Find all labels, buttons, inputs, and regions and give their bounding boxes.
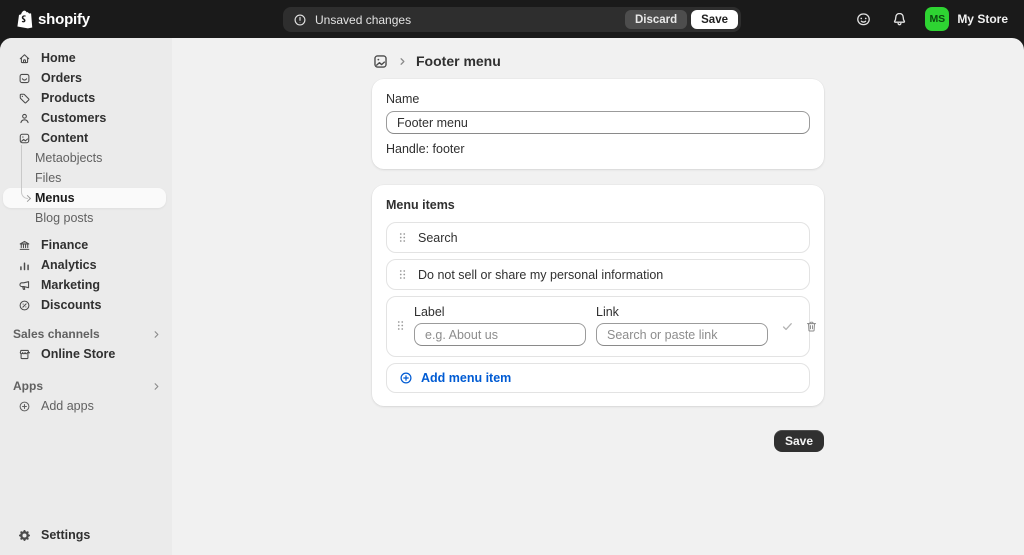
chevron-right-icon bbox=[397, 56, 408, 67]
content-icon[interactable] bbox=[372, 53, 389, 70]
sidebar-item-online-store[interactable]: Online Store bbox=[0, 344, 172, 364]
sidebar: Home Orders Products Customers Content M… bbox=[0, 38, 172, 555]
alert-circle-icon bbox=[293, 13, 307, 27]
discounts-icon bbox=[18, 299, 31, 312]
handle-text: Handle: footer bbox=[386, 142, 810, 156]
store-avatar: MS bbox=[925, 7, 949, 31]
sidebar-item-finance[interactable]: Finance bbox=[0, 235, 172, 255]
analytics-icon bbox=[18, 259, 31, 272]
sidebar-item-marketing[interactable]: Marketing bbox=[0, 275, 172, 295]
link-field-label: Link bbox=[596, 305, 768, 319]
marketing-icon bbox=[18, 279, 31, 292]
shopify-wordmark: shopify bbox=[38, 11, 90, 28]
chevron-right-icon bbox=[151, 329, 162, 340]
chevron-right-icon bbox=[151, 381, 162, 392]
sidebar-item-settings[interactable]: Settings bbox=[0, 525, 172, 545]
menu-name-input[interactable] bbox=[386, 111, 810, 134]
label-input[interactable] bbox=[414, 323, 586, 346]
menu-item-row[interactable]: Search bbox=[386, 222, 810, 253]
trash-icon[interactable] bbox=[805, 320, 818, 333]
sidebar-section-apps[interactable]: Apps bbox=[0, 376, 172, 396]
sidebar-item-blog-posts[interactable]: Blog posts bbox=[0, 208, 172, 228]
save-row: Save bbox=[372, 430, 824, 452]
drag-handle-icon[interactable] bbox=[397, 320, 404, 331]
drag-handle-icon[interactable] bbox=[399, 232, 406, 243]
add-menu-item-button[interactable]: Add menu item bbox=[386, 363, 810, 393]
sidebar-item-add-apps[interactable]: Add apps bbox=[0, 396, 172, 416]
page-title: Footer menu bbox=[416, 53, 501, 69]
save-button-topbar[interactable]: Save bbox=[691, 10, 738, 29]
main-content: Footer menu Name Handle: footer Menu ite… bbox=[172, 38, 1024, 555]
link-input[interactable] bbox=[596, 323, 768, 346]
online-store-icon bbox=[18, 348, 31, 361]
menu-items-card: Menu items Search Do not sell or share m… bbox=[372, 185, 824, 406]
gear-icon bbox=[18, 529, 31, 542]
name-card: Name Handle: footer bbox=[372, 79, 824, 169]
confirm-check-icon[interactable] bbox=[781, 320, 794, 333]
new-menu-item-row: Label Link bbox=[386, 296, 810, 357]
notifications-bell-icon[interactable] bbox=[889, 9, 910, 30]
menu-items-title: Menu items bbox=[386, 198, 810, 212]
orders-icon bbox=[18, 72, 31, 85]
sidebar-item-discounts[interactable]: Discounts bbox=[0, 295, 172, 315]
store-menu[interactable]: MS My Store bbox=[925, 7, 1008, 31]
menu-item-label: Search bbox=[418, 231, 458, 245]
menu-item-row[interactable]: Do not sell or share my personal informa… bbox=[386, 259, 810, 290]
shopify-logo[interactable]: shopify bbox=[16, 9, 90, 30]
sidebar-item-analytics[interactable]: Analytics bbox=[0, 255, 172, 275]
name-label: Name bbox=[386, 92, 810, 106]
add-menu-item-label: Add menu item bbox=[421, 371, 511, 385]
sidebar-item-customers[interactable]: Customers bbox=[0, 108, 172, 128]
sidebar-item-files[interactable]: Files bbox=[0, 168, 172, 188]
home-icon bbox=[18, 52, 31, 65]
drag-handle-icon[interactable] bbox=[399, 269, 406, 280]
save-button-bottom[interactable]: Save bbox=[774, 430, 824, 452]
sidebar-item-products[interactable]: Products bbox=[0, 88, 172, 108]
app-shell: Home Orders Products Customers Content M… bbox=[0, 38, 1024, 555]
discard-button[interactable]: Discard bbox=[625, 10, 687, 29]
contextual-actions: Discard Save bbox=[625, 10, 738, 29]
sidebar-section-sales-channels[interactable]: Sales channels bbox=[0, 324, 172, 344]
sidebar-item-content[interactable]: Content bbox=[0, 128, 172, 148]
new-item-actions bbox=[781, 320, 818, 333]
customers-icon bbox=[18, 112, 31, 125]
tree-line bbox=[21, 145, 22, 191]
unsaved-changes-bar: Unsaved changes Discard Save bbox=[283, 7, 741, 32]
shopify-bag-icon bbox=[16, 9, 35, 30]
topbar-right: MS My Store bbox=[853, 7, 1008, 31]
plus-circle-icon bbox=[399, 371, 413, 385]
menu-item-label: Do not sell or share my personal informa… bbox=[418, 268, 663, 282]
topbar: shopify Unsaved changes Discard Save MS … bbox=[0, 0, 1024, 38]
finance-icon bbox=[18, 239, 31, 252]
label-field-label: Label bbox=[414, 305, 586, 319]
content-icon bbox=[18, 132, 31, 145]
products-icon bbox=[18, 92, 31, 105]
unsaved-changes-label: Unsaved changes bbox=[315, 13, 411, 27]
sidebar-item-home[interactable]: Home bbox=[0, 48, 172, 68]
plus-circle-icon bbox=[18, 400, 31, 413]
chat-icon[interactable] bbox=[853, 9, 874, 30]
store-name: My Store bbox=[957, 12, 1008, 26]
sidebar-item-metaobjects[interactable]: Metaobjects bbox=[0, 148, 172, 168]
breadcrumb: Footer menu bbox=[372, 49, 824, 73]
sidebar-item-orders[interactable]: Orders bbox=[0, 68, 172, 88]
